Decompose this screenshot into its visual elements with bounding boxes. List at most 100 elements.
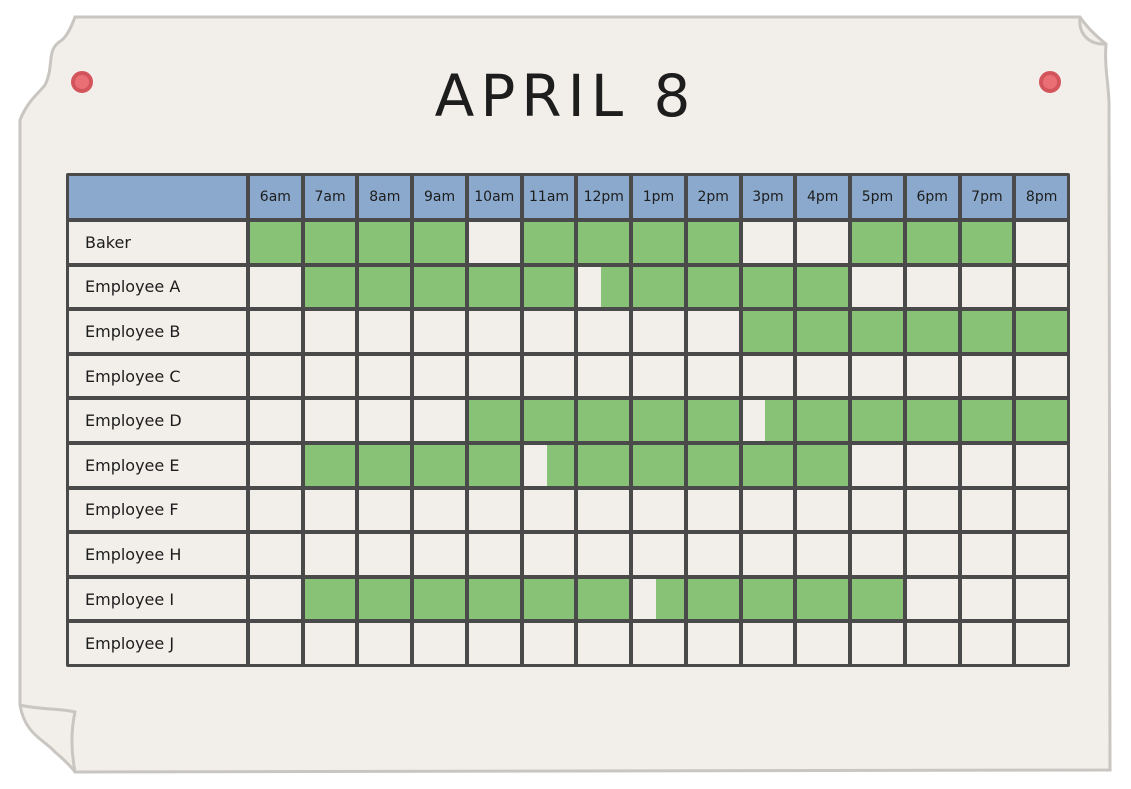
schedule-cell[interactable]: [523, 311, 575, 352]
schedule-cell[interactable]: [687, 400, 739, 441]
schedule-cell[interactable]: [742, 489, 794, 531]
schedule-cell[interactable]: [633, 489, 684, 531]
schedule-cell[interactable]: [1016, 266, 1067, 308]
schedule-cell[interactable]: [359, 355, 411, 397]
schedule-cell[interactable]: [742, 578, 794, 620]
schedule-cell[interactable]: [359, 534, 411, 575]
schedule-cell[interactable]: [359, 266, 411, 308]
schedule-cell[interactable]: [414, 578, 465, 620]
schedule-cell[interactable]: [304, 489, 356, 531]
schedule-cell[interactable]: [742, 355, 794, 397]
schedule-cell[interactable]: [797, 222, 849, 263]
schedule-cell[interactable]: [687, 623, 739, 664]
schedule-cell[interactable]: [742, 444, 794, 486]
schedule-cell[interactable]: [906, 623, 958, 664]
schedule-cell[interactable]: [742, 400, 794, 441]
schedule-cell[interactable]: [1016, 400, 1067, 441]
schedule-cell[interactable]: [961, 222, 1013, 263]
schedule-cell[interactable]: [578, 534, 630, 575]
schedule-cell[interactable]: [797, 489, 849, 531]
schedule-cell[interactable]: [961, 489, 1013, 531]
schedule-cell[interactable]: [797, 444, 849, 486]
schedule-cell[interactable]: [250, 489, 301, 531]
schedule-cell[interactable]: [633, 400, 684, 441]
schedule-cell[interactable]: [961, 266, 1013, 308]
schedule-cell[interactable]: [414, 222, 465, 263]
schedule-cell[interactable]: [687, 489, 739, 531]
schedule-cell[interactable]: [359, 578, 411, 620]
schedule-cell[interactable]: [578, 623, 630, 664]
schedule-cell[interactable]: [468, 578, 520, 620]
schedule-cell[interactable]: [250, 311, 301, 352]
schedule-cell[interactable]: [687, 578, 739, 620]
schedule-cell[interactable]: [687, 355, 739, 397]
schedule-cell[interactable]: [906, 266, 958, 308]
schedule-cell[interactable]: [304, 623, 356, 664]
schedule-cell[interactable]: [304, 400, 356, 441]
schedule-cell[interactable]: [852, 578, 903, 620]
schedule-cell[interactable]: [523, 444, 575, 486]
schedule-cell[interactable]: [1016, 222, 1067, 263]
schedule-cell[interactable]: [852, 534, 903, 575]
schedule-cell[interactable]: [304, 311, 356, 352]
schedule-cell[interactable]: [414, 534, 465, 575]
schedule-cell[interactable]: [742, 623, 794, 664]
schedule-cell[interactable]: [523, 623, 575, 664]
schedule-cell[interactable]: [359, 311, 411, 352]
schedule-cell[interactable]: [468, 311, 520, 352]
schedule-cell[interactable]: [1016, 355, 1067, 397]
schedule-cell[interactable]: [961, 355, 1013, 397]
schedule-cell[interactable]: [961, 623, 1013, 664]
schedule-cell[interactable]: [687, 222, 739, 263]
schedule-cell[interactable]: [1016, 489, 1067, 531]
schedule-cell[interactable]: [797, 400, 849, 441]
schedule-cell[interactable]: [523, 355, 575, 397]
schedule-cell[interactable]: [250, 222, 301, 263]
schedule-cell[interactable]: [852, 266, 903, 308]
schedule-cell[interactable]: [359, 489, 411, 531]
schedule-cell[interactable]: [633, 355, 684, 397]
schedule-cell[interactable]: [468, 534, 520, 575]
schedule-cell[interactable]: [578, 400, 630, 441]
schedule-cell[interactable]: [578, 489, 630, 531]
schedule-cell[interactable]: [250, 355, 301, 397]
schedule-cell[interactable]: [852, 623, 903, 664]
schedule-cell[interactable]: [906, 311, 958, 352]
schedule-cell[interactable]: [797, 311, 849, 352]
schedule-cell[interactable]: [304, 266, 356, 308]
schedule-cell[interactable]: [359, 222, 411, 263]
schedule-cell[interactable]: [1016, 311, 1067, 352]
schedule-cell[interactable]: [304, 355, 356, 397]
schedule-cell[interactable]: [523, 489, 575, 531]
schedule-cell[interactable]: [523, 400, 575, 441]
schedule-cell[interactable]: [633, 534, 684, 575]
schedule-cell[interactable]: [250, 400, 301, 441]
schedule-cell[interactable]: [906, 578, 958, 620]
schedule-cell[interactable]: [633, 444, 684, 486]
schedule-cell[interactable]: [961, 534, 1013, 575]
schedule-cell[interactable]: [852, 444, 903, 486]
schedule-cell[interactable]: [687, 534, 739, 575]
schedule-cell[interactable]: [852, 355, 903, 397]
schedule-cell[interactable]: [633, 578, 684, 620]
schedule-cell[interactable]: [633, 266, 684, 308]
schedule-cell[interactable]: [742, 534, 794, 575]
schedule-cell[interactable]: [633, 222, 684, 263]
schedule-cell[interactable]: [852, 222, 903, 263]
schedule-cell[interactable]: [742, 222, 794, 263]
schedule-cell[interactable]: [797, 534, 849, 575]
schedule-cell[interactable]: [468, 444, 520, 486]
schedule-cell[interactable]: [961, 578, 1013, 620]
schedule-cell[interactable]: [250, 266, 301, 308]
schedule-cell[interactable]: [1016, 623, 1067, 664]
schedule-cell[interactable]: [414, 400, 465, 441]
schedule-cell[interactable]: [687, 311, 739, 352]
schedule-cell[interactable]: [961, 400, 1013, 441]
schedule-cell[interactable]: [523, 578, 575, 620]
schedule-cell[interactable]: [906, 400, 958, 441]
schedule-cell[interactable]: [468, 400, 520, 441]
schedule-cell[interactable]: [906, 489, 958, 531]
schedule-cell[interactable]: [468, 489, 520, 531]
schedule-cell[interactable]: [578, 578, 630, 620]
schedule-cell[interactable]: [578, 355, 630, 397]
